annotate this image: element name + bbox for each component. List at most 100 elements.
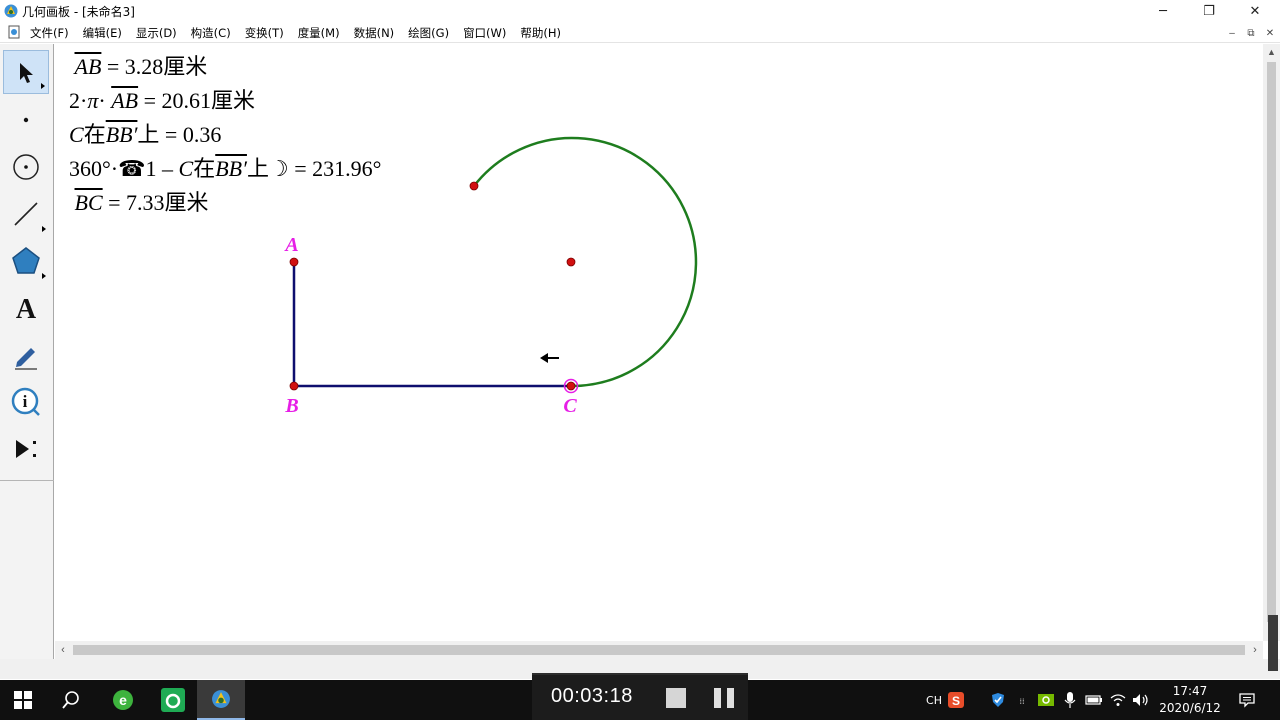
menu-construct[interactable]: 构造(C) [184, 25, 238, 41]
mouse-cursor-icon [540, 353, 559, 363]
arc-circle[interactable] [473, 136, 698, 388]
search-button[interactable] [48, 680, 94, 720]
geometry-layer: A B C [283, 136, 698, 417]
restore-button[interactable]: ❐ [1186, 0, 1232, 22]
menu-help[interactable]: 帮助(H) [513, 25, 568, 41]
vertical-scroll-thumb[interactable] [1267, 62, 1276, 622]
menu-window[interactable]: 窗口(W) [456, 25, 513, 41]
pause-recording-button[interactable] [714, 688, 736, 708]
menu-bar: 文件(F) 编辑(E) 显示(D) 构造(C) 变换(T) 度量(M) 数据(N… [0, 22, 1280, 43]
close-button[interactable]: ✕ [1232, 0, 1278, 22]
label-b[interactable]: B [284, 395, 298, 417]
menu-file[interactable]: 文件(F) [23, 25, 76, 41]
arrow-select-tool[interactable] [3, 50, 49, 94]
start-button[interactable] [0, 680, 46, 720]
resize-grip[interactable] [1268, 615, 1278, 671]
window-title: 几何画板 - [未命名3] [22, 5, 135, 19]
label-a[interactable]: A [283, 234, 298, 256]
tray-volume[interactable] [1130, 680, 1152, 720]
windows-logo-icon [14, 691, 32, 709]
information-tool[interactable]: i [3, 380, 49, 424]
menu-list: 文件(F) 编辑(E) 显示(D) 构造(C) 变换(T) 度量(M) 数据(N… [23, 25, 568, 41]
browser-app-icon: e [113, 690, 133, 710]
arc-endpoint[interactable] [469, 181, 479, 191]
taskbar-app-sketchpad[interactable] [197, 680, 245, 720]
circle-icon [13, 154, 39, 180]
doc-restore-button[interactable]: ⧉ [1243, 25, 1259, 41]
ime-mode-icon: ⁞⁞ [1019, 697, 1024, 706]
taskbar-clock[interactable]: 17:47 2020/6/12 [1152, 683, 1228, 717]
sketch-canvas[interactable]: AB = 3.28厘米 2·π· AB = 20.61厘米 C在BB′上 = 0… [55, 44, 1263, 641]
menu-number[interactable]: 数据(N) [347, 25, 402, 41]
pause-icon [714, 688, 721, 708]
text-tool-glyph: A [16, 294, 37, 325]
vertical-scrollbar[interactable]: ▲ ▼ [1263, 44, 1280, 641]
screen-recorder-bar: 00:03:18 [532, 673, 748, 720]
input-language[interactable]: CH [922, 680, 946, 720]
tray-wifi[interactable] [1108, 680, 1128, 720]
doc-close-button[interactable]: ✕ [1262, 25, 1278, 41]
tool-palette-divider [0, 480, 54, 481]
tray-ime-mode[interactable]: ⁞⁞ [1012, 680, 1032, 720]
compass-tool[interactable] [3, 145, 49, 189]
sogou-ime-icon: S [948, 692, 964, 708]
tool-palette: A i [0, 44, 54, 659]
taskbar-app-browser[interactable]: e [100, 680, 146, 720]
shield-icon [992, 693, 1004, 707]
action-center-button[interactable] [1234, 680, 1260, 720]
text-icon: A [16, 294, 37, 325]
info-icon: i [11, 387, 40, 416]
straightedge-tool[interactable] [3, 192, 49, 236]
tool-submenu-indicator [42, 226, 46, 232]
tray-microphone[interactable] [1060, 680, 1080, 720]
scroll-up-arrow-icon[interactable]: ▲ [1263, 44, 1280, 60]
scroll-right-arrow-icon[interactable]: › [1247, 641, 1263, 659]
battery-icon [1085, 695, 1102, 705]
taskbar-app-camera[interactable] [150, 680, 196, 720]
menu-graph[interactable]: 绘图(G) [401, 25, 456, 41]
point-a[interactable] [289, 257, 299, 267]
circle-center-point[interactable] [566, 257, 576, 267]
search-icon [62, 691, 79, 709]
sketchpad-logo-icon [4, 4, 18, 18]
minimize-button[interactable]: ─ [1140, 0, 1186, 22]
polygon-icon [12, 247, 40, 274]
label-c[interactable]: C [563, 395, 577, 417]
menu-display[interactable]: 显示(D) [129, 25, 184, 41]
segment-icon [14, 202, 38, 226]
horizontal-scroll-thumb[interactable] [73, 645, 1245, 655]
tray-security[interactable] [988, 680, 1008, 720]
scroll-left-arrow-icon[interactable]: ‹ [55, 641, 71, 659]
polygon-tool[interactable] [3, 239, 49, 283]
sketchpad-app-icon [212, 690, 230, 708]
tool-submenu-indicator [41, 83, 45, 89]
pen-icon [15, 348, 37, 370]
doc-minimize-button[interactable]: – [1224, 25, 1240, 41]
clock-time: 17:47 [1172, 684, 1208, 698]
text-tool[interactable]: A [3, 286, 49, 330]
camera-app-icon [161, 688, 185, 712]
menu-measure[interactable]: 度量(M) [291, 25, 347, 41]
microphone-icon [1064, 692, 1076, 708]
point-c[interactable] [566, 381, 576, 391]
wifi-icon [1110, 694, 1126, 706]
svg-text:⁞⁞: ⁞⁞ [1019, 697, 1024, 706]
stop-recording-button[interactable] [666, 688, 686, 708]
horizontal-scrollbar[interactable]: ‹ › [55, 641, 1263, 659]
tray-ime[interactable]: S [946, 680, 966, 720]
marker-tool[interactable] [3, 333, 49, 377]
tray-battery[interactable] [1084, 680, 1104, 720]
tray-graphics[interactable] [1036, 680, 1056, 720]
menu-transform[interactable]: 变换(T) [238, 25, 291, 41]
custom-tool[interactable] [3, 427, 49, 471]
menu-edit[interactable]: 编辑(E) [76, 25, 129, 41]
svg-text:S: S [952, 694, 960, 708]
arrow-icon [20, 63, 33, 83]
document-icon[interactable] [8, 25, 21, 39]
pause-icon [727, 688, 734, 708]
title-bar: 几何画板 - [未命名3] ─ ❐ ✕ [0, 0, 1280, 22]
point-tool[interactable] [3, 98, 49, 142]
point-b[interactable] [289, 381, 299, 391]
speaker-icon [1133, 694, 1148, 706]
recording-timer: 00:03:18 [551, 685, 633, 707]
